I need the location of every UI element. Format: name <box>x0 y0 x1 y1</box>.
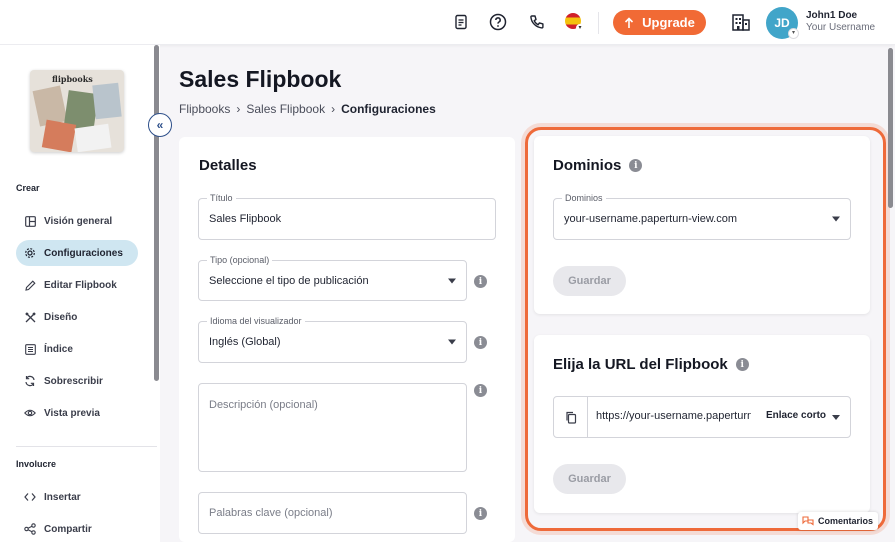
language-select-value: Inglés (Global) <box>209 336 281 348</box>
sidebar-item-label: Diseño <box>44 311 78 323</box>
keywords-field[interactable]: Palabras clave (opcional) <box>198 492 467 534</box>
flipbook-thumbnail[interactable]: flipbooks <box>30 70 124 152</box>
sidebar-scrollbar[interactable] <box>154 45 159 381</box>
description-placeholder: Descripción (opcional) <box>209 399 318 411</box>
highlight-outline <box>525 127 886 531</box>
upgrade-label: Upgrade <box>642 15 695 30</box>
pencil-icon <box>24 279 36 291</box>
design-icon <box>24 311 36 323</box>
sidebar-item-design[interactable]: Diseño <box>16 304 138 330</box>
title-field[interactable]: Título Sales Flipbook <box>198 193 496 240</box>
eye-icon <box>24 407 36 419</box>
description-field[interactable]: Descripción (opcional) <box>198 383 467 472</box>
sidebar-item-label: Compartir <box>44 523 92 535</box>
sidebar-item-overview[interactable]: Visión general <box>16 208 138 234</box>
language-select[interactable]: Idioma del visualizador Inglés (Global) <box>198 316 467 363</box>
details-heading: Detalles <box>199 157 257 174</box>
section-create: Crear <box>16 183 40 193</box>
avatar-initials: JD <box>774 16 790 30</box>
type-select-value: Seleccione el tipo de publicación <box>209 274 369 287</box>
type-select[interactable]: Tipo (opcional) Seleccione el tipo de pu… <box>198 255 467 301</box>
document-icon[interactable] <box>451 12 471 32</box>
sidebar-item-label: Insertar <box>44 491 81 503</box>
phone-icon[interactable] <box>527 12 547 32</box>
collapse-sidebar-button[interactable]: « <box>148 113 172 137</box>
sidebar-item-share[interactable]: Compartir <box>16 516 138 542</box>
refresh-icon <box>24 375 36 387</box>
page-title: Sales Flipbook <box>179 66 342 92</box>
sidebar-item-index[interactable]: Índice <box>16 336 138 362</box>
chevron-down-icon[interactable]: ▾ <box>788 28 799 39</box>
layout-icon <box>24 215 36 227</box>
breadcrumb-sales-flipbook[interactable]: Sales Flipbook <box>246 102 325 116</box>
divider <box>16 446 157 447</box>
caret-down-icon <box>448 278 456 283</box>
upgrade-button[interactable]: Upgrade <box>613 10 706 35</box>
chevron-right-icon: › <box>331 102 336 116</box>
title-field-value: Sales Flipbook <box>209 213 282 225</box>
help-icon[interactable] <box>488 12 508 32</box>
sidebar-item-label: Editar Flipbook <box>44 279 117 291</box>
double-chevron-left-icon: « <box>156 118 164 132</box>
sidebar-item-preview[interactable]: Vista previa <box>16 400 138 426</box>
list-icon <box>24 343 36 355</box>
caret-down-icon <box>448 339 456 345</box>
comments-icon <box>802 516 814 526</box>
sidebar-item-label: Índice <box>44 343 73 355</box>
gear-icon <box>24 247 36 259</box>
sidebar-item-settings[interactable]: Configuraciones <box>16 240 138 266</box>
share-icon <box>24 523 36 535</box>
thumbnail-logo: flipbooks <box>52 74 93 84</box>
info-icon[interactable]: i <box>474 384 487 397</box>
keywords-placeholder: Palabras clave (opcional) <box>209 507 333 519</box>
chevron-right-icon: › <box>236 102 241 116</box>
title-field-label: Título <box>207 193 236 203</box>
user-handle: Your Username <box>806 22 876 33</box>
code-icon <box>24 491 36 503</box>
info-icon[interactable]: i <box>474 275 487 288</box>
info-icon[interactable]: i <box>474 507 487 520</box>
sidebar-item-embed[interactable]: Insertar <box>16 484 138 510</box>
sidebar-item-label: Visión general <box>44 215 113 227</box>
building-icon[interactable] <box>731 12 751 37</box>
top-bar: ▾ Upgrade JD ▾ John1 Doe Your Username <box>0 0 895 45</box>
sidebar-item-label: Configuraciones <box>44 247 123 259</box>
main-scrollbar[interactable] <box>888 48 893 208</box>
sidebar-item-label: Vista previa <box>44 407 100 419</box>
user-name: John1 Doe <box>806 10 858 21</box>
sidebar-item-edit-flipbook[interactable]: Editar Flipbook <box>16 272 138 298</box>
breadcrumb-current: Configuraciones <box>341 102 436 116</box>
section-involve: Involucre <box>16 459 57 469</box>
sidebar-item-overwrite[interactable]: Sobrescribir <box>16 368 138 394</box>
arrow-up-icon <box>625 16 634 28</box>
divider <box>598 12 599 34</box>
comments-button[interactable]: Comentarios <box>798 512 878 530</box>
info-icon[interactable]: i <box>474 336 487 349</box>
type-select-label: Tipo (opcional) <box>207 255 273 265</box>
breadcrumb: Flipbooks › Sales Flipbook › Configuraci… <box>179 102 436 116</box>
breadcrumb-flipbooks[interactable]: Flipbooks <box>179 102 230 116</box>
chevron-down-icon: ▾ <box>576 24 584 32</box>
comments-label: Comentarios <box>818 516 874 526</box>
sidebar-item-label: Sobrescribir <box>44 375 103 387</box>
language-select-label: Idioma del visualizador <box>207 316 305 326</box>
